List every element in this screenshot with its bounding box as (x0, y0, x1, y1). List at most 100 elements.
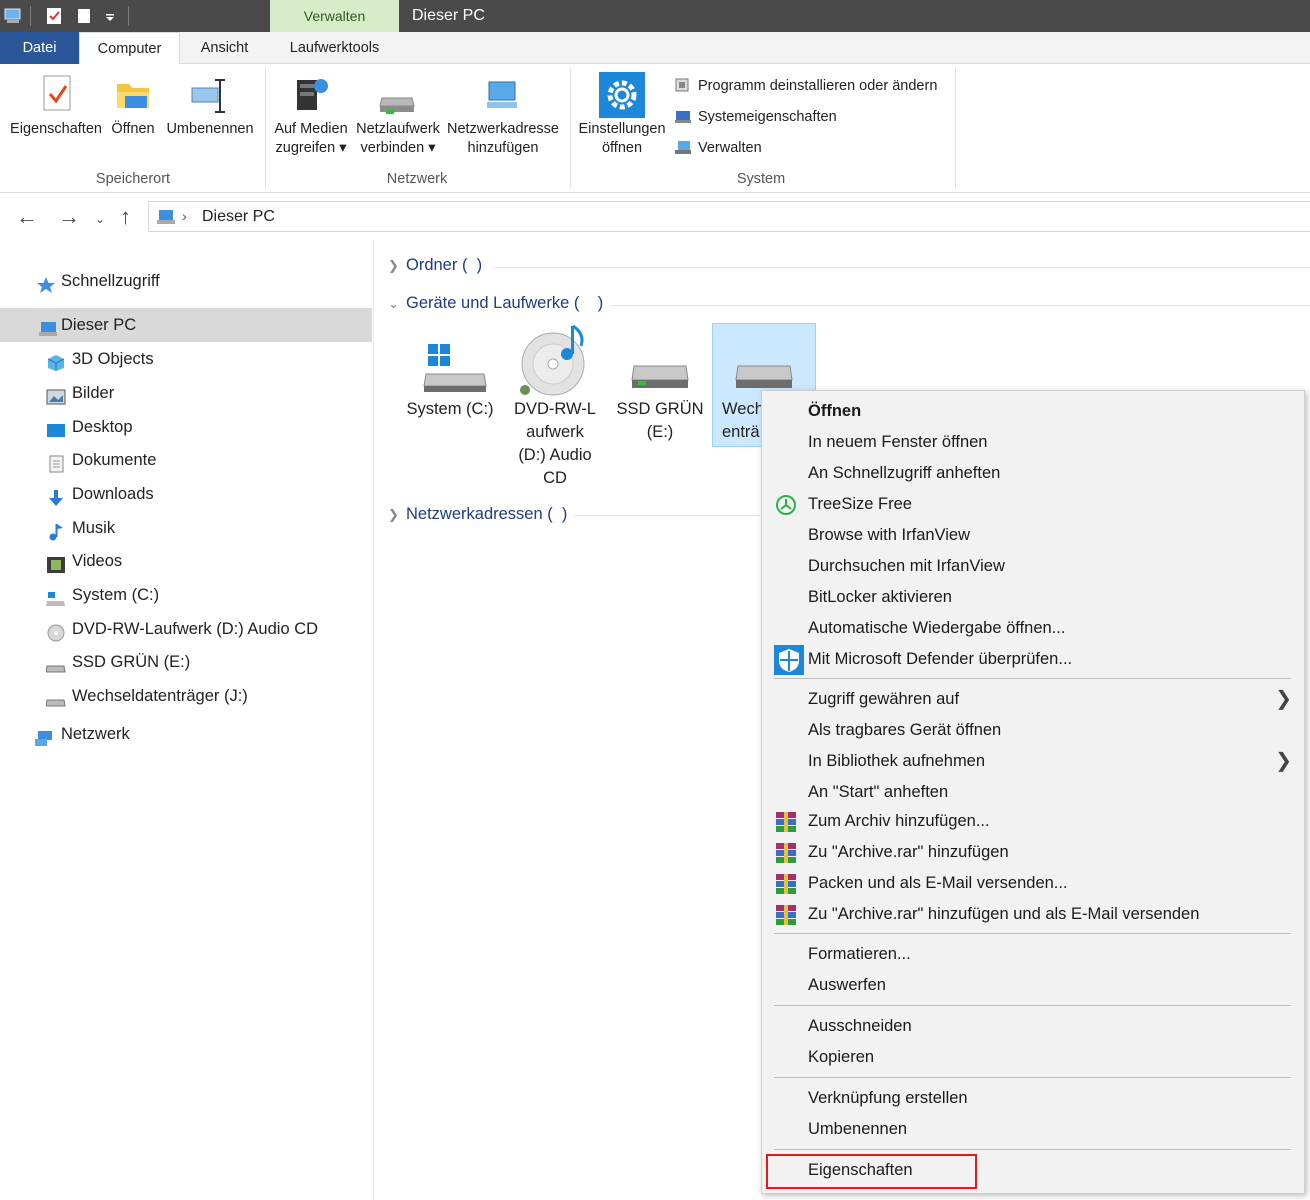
menu-item-archive-rar-email[interactable]: Zu "Archive.rar" hinzufügen und als E-Ma… (762, 899, 1304, 930)
menu-item-oeffnen[interactable]: Öffnen (762, 396, 1304, 427)
drive-system-c[interactable]: System (C:) (398, 324, 502, 421)
breadcrumb-chevron-icon[interactable]: › (182, 208, 187, 224)
sidebar-item-desktop[interactable]: Desktop (0, 410, 372, 444)
tab-ansicht[interactable]: Ansicht (183, 32, 266, 64)
verwalten-button[interactable]: Verwalten (674, 139, 762, 156)
group-label-netzwerk: Netzwerk (386, 171, 448, 187)
menu-item-umbenennen[interactable]: Umbenennen (762, 1114, 1304, 1145)
sidebar-item-videos[interactable]: Videos (0, 544, 372, 578)
sidebar-label: 3D Objects (72, 350, 154, 368)
umbenennen-button[interactable]: Umbenennen (162, 72, 258, 139)
tab-datei[interactable]: Datei (0, 32, 79, 64)
drive-label: System (C:) (406, 400, 494, 418)
up-arrow-icon[interactable]: ↑ (120, 204, 131, 230)
tab-computer[interactable]: Computer (79, 32, 180, 65)
back-arrow-icon[interactable]: ← (16, 204, 38, 230)
sidebar-item-netzwerk[interactable]: Netzwerk (0, 717, 372, 751)
menu-item-packen-email[interactable]: Packen und als E-Mail versenden... (762, 868, 1304, 899)
menu-label: An Schnellzugriff anheften (808, 464, 1001, 482)
divider (610, 305, 1310, 306)
auf-medien-zugreifen-button[interactable]: Auf Medien zugreifen ▾ (270, 72, 352, 158)
menu-item-automatische-wiedergabe[interactable]: Automatische Wiedergabe öffnen... (762, 613, 1304, 644)
programm-label: Programm deinstallieren oder ändern (698, 78, 938, 94)
divider (570, 68, 571, 188)
menu-item-treesize-free[interactable]: TreeSize Free (762, 489, 1304, 520)
sidebar-label: Bilder (72, 384, 115, 402)
sidebar-label: Musik (72, 519, 116, 537)
navigation-pane: Schnellzugriff Dieser PC 3D Objects Bild… (0, 240, 374, 1200)
menu-item-formatieren[interactable]: Formatieren... (762, 939, 1304, 970)
eigenschaften-button[interactable]: Eigenschaften (8, 72, 104, 139)
address-bar[interactable]: › Dieser PC (148, 201, 1310, 232)
sidebar-item-schnellzugriff[interactable]: Schnellzugriff (0, 264, 372, 298)
menu-item-auswerfen[interactable]: Auswerfen (762, 970, 1304, 1001)
menu-item-tragbares-geraet[interactable]: Als tragbares Gerät öffnen (762, 715, 1304, 746)
menu-item-ausschneiden[interactable]: Ausschneiden (762, 1011, 1304, 1042)
menu-item-durchsuchen-irfanview[interactable]: Durchsuchen mit IrfanView (762, 551, 1304, 582)
menu-item-kopieren[interactable]: Kopieren (762, 1042, 1304, 1073)
oeffnen-label: Öffnen (111, 121, 155, 137)
sidebar-item-downloads[interactable]: Downloads (0, 477, 372, 511)
menu-item-bitlocker-aktivieren[interactable]: BitLocker aktivieren (762, 582, 1304, 613)
menu-label: Durchsuchen mit IrfanView (808, 557, 1005, 575)
sidebar-item-ssd-e[interactable]: SSD GRÜN (E:) (0, 645, 372, 679)
programm-deinstallieren-button[interactable]: Programm deinstallieren oder ändern (674, 77, 937, 94)
tab-verwalten[interactable]: Verwalten (270, 0, 399, 32)
drive-label: aufwerk (526, 423, 584, 441)
sidebar-label: DVD-RW-Laufwerk (D:) Audio CD (72, 620, 319, 638)
submenu-chevron-right-icon: ❯ (1275, 750, 1292, 772)
menu-item-schnellzugriff-anheften[interactable]: An Schnellzugriff anheften (762, 458, 1304, 489)
sidebar-item-system-c[interactable]: System (C:) (0, 578, 372, 612)
menu-item-defender-ueberpruefen[interactable]: Mit Microsoft Defender überprüfen... (762, 644, 1304, 675)
menu-item-zugriff-gewaehren[interactable]: Zugriff gewähren auf ❯ (762, 684, 1304, 715)
recent-chevron-down-icon[interactable]: ⌄ (95, 212, 105, 226)
context-menu: Öffnen In neuem Fenster öffnen An Schnel… (761, 390, 1305, 1194)
menu-item-start-anheften[interactable]: An "Start" anheften (762, 777, 1304, 808)
section-ordner[interactable]: ❯ Ordner ( ) (388, 256, 482, 275)
section-netzwerkadressen[interactable]: ❯ Netzwerkadressen ( ) (388, 505, 567, 524)
drive-ssd-e[interactable]: SSD GRÜN (E:) (608, 324, 712, 444)
winrar-icon (775, 811, 797, 833)
menu-item-bibliothek-aufnehmen[interactable]: In Bibliothek aufnehmen ❯ (762, 746, 1304, 777)
tab-laufwerktools[interactable]: Laufwerktools (270, 32, 399, 64)
group-label-system: System (736, 171, 786, 187)
cube-icon (46, 350, 66, 371)
system-properties-icon (674, 108, 692, 124)
section-geraete-und-laufwerke[interactable]: ⌄ Geräte und Laufwerke ( ) (388, 294, 603, 313)
einstellungen-oeffnen-button[interactable]: Einstellungen öffnen (574, 72, 670, 158)
properties-icon[interactable] (44, 6, 64, 26)
removable-drive-icon (45, 687, 66, 707)
sidebar-item-wechseldatentraeger-j[interactable]: Wechseldatenträger (J:) (0, 679, 372, 713)
menu-item-zum-archiv[interactable]: Zum Archiv hinzufügen... (762, 806, 1304, 837)
menu-item-verknuepfung-erstellen[interactable]: Verknüpfung erstellen (762, 1083, 1304, 1114)
sidebar-item-dvd-d[interactable]: DVD-RW-Laufwerk (D:) Audio CD (0, 612, 372, 646)
network-location-icon (483, 72, 523, 116)
sidebar-item-3d-objects[interactable]: 3D Objects (0, 342, 372, 376)
netzlaufwerk-label-2: verbinden ▾ (360, 140, 436, 156)
sidebar-item-dieser-pc[interactable]: Dieser PC (0, 308, 372, 342)
menu-item-browse-irfanview[interactable]: Browse with IrfanView (762, 520, 1304, 551)
sidebar-item-dokumente[interactable]: Dokumente (0, 443, 372, 477)
forward-arrow-icon[interactable]: → (58, 204, 80, 230)
netzlaufwerk-verbinden-button[interactable]: Netzlaufwerk verbinden ▾ (352, 72, 444, 158)
drive-label: Wech (722, 400, 764, 418)
drive-label: SSD GRÜN (616, 400, 704, 418)
customize-dropdown-icon[interactable] (100, 6, 120, 26)
systemeigenschaften-button[interactable]: Systemeigenschaften (674, 108, 837, 125)
drive-dvd-d[interactable]: DVD-RW-L aufwerk (D:) Audio CD (503, 324, 607, 490)
count-placeholder: ( ) (573, 294, 604, 312)
breadcrumb-dieser-pc[interactable]: Dieser PC (202, 208, 275, 226)
sidebar-item-bilder[interactable]: Bilder (0, 376, 372, 410)
ribbon-tabs: Datei Computer Ansicht Laufwerktools (0, 32, 1310, 65)
videos-film-icon (46, 552, 66, 573)
menu-label: Formatieren... (808, 945, 911, 963)
netzwerkadresse-hinzufuegen-button[interactable]: Netzwerkadresse hinzufügen (445, 72, 561, 158)
sidebar-item-musik[interactable]: Musik (0, 511, 372, 545)
winrar-icon (775, 842, 797, 864)
systemeigenschaften-label: Systemeigenschaften (698, 109, 837, 125)
pictures-icon (46, 384, 66, 405)
menu-item-archive-rar[interactable]: Zu "Archive.rar" hinzufügen (762, 837, 1304, 868)
menu-item-in-neuem-fenster-oeffnen[interactable]: In neuem Fenster öffnen (762, 427, 1304, 458)
new-folder-icon[interactable] (74, 6, 94, 26)
oeffnen-button[interactable]: Öffnen (106, 72, 160, 139)
